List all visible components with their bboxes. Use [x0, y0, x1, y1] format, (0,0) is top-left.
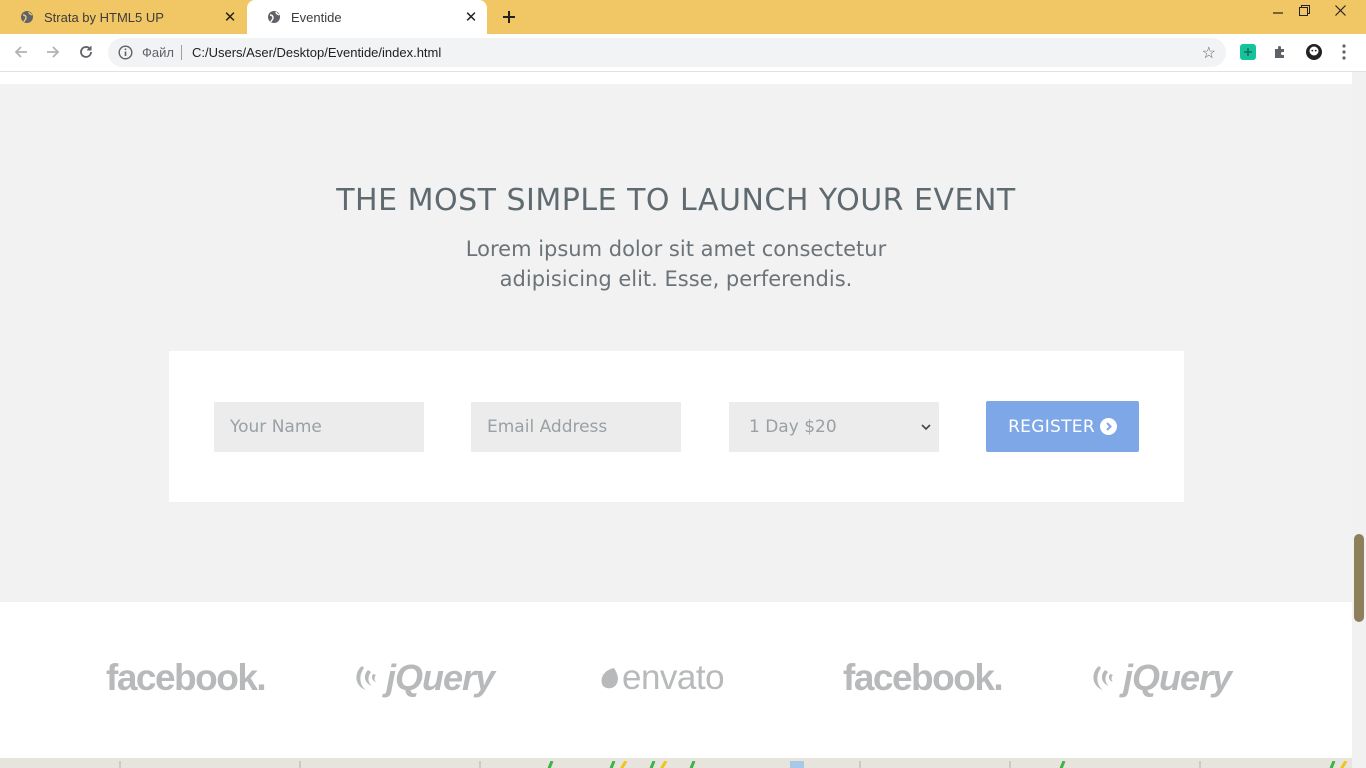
forward-icon[interactable] — [40, 39, 66, 65]
envato-logo: envato — [598, 658, 725, 698]
facebook-logo: facebook. — [843, 657, 1004, 698]
browser-toolbar: Файл C:/Users/Aser/Desktop/Eventide/inde… — [0, 34, 1366, 72]
section-subtitle: Lorem ipsum dolor sit amet consectetur a… — [465, 237, 887, 291]
page-viewport: THE MOST SIMPLE TO LAUNCH YOUR EVENT Lor… — [0, 72, 1352, 768]
register-label: REGISTER — [1008, 416, 1095, 437]
profile-avatar-icon[interactable] — [1304, 42, 1324, 62]
email-placeholder: Email Address — [487, 417, 608, 437]
tab-title: Eventide — [291, 9, 342, 25]
tab-strip: Strata by HTML5 UP ✕ Eventide ✕ — [0, 0, 1366, 34]
tab-title: Strata by HTML5 UP — [44, 9, 164, 25]
facebook-logo: facebook. — [106, 657, 267, 698]
page-scrollbar[interactable] — [1352, 72, 1366, 768]
scrollbar-thumb[interactable] — [1354, 534, 1364, 622]
address-bar[interactable]: Файл C:/Users/Aser/Desktop/Eventide/inde… — [108, 38, 1226, 67]
close-icon[interactable]: ✕ — [461, 7, 481, 27]
jquery-swoosh-icon — [352, 662, 382, 694]
tab-eventide[interactable]: Eventide ✕ — [247, 0, 487, 34]
extensions-puzzle-icon[interactable] — [1270, 42, 1290, 62]
reload-icon[interactable] — [73, 39, 99, 65]
chevron-down-icon — [921, 421, 931, 434]
name-placeholder: Your Name — [230, 417, 322, 437]
section-title: THE MOST SIMPLE TO LAUNCH YOUR EVENT — [336, 183, 1016, 218]
ticket-selected-value: 1 Day $20 — [749, 417, 837, 437]
back-icon[interactable] — [8, 39, 34, 65]
globe-icon — [20, 10, 34, 24]
jquery-logo: jQuery — [1089, 657, 1232, 698]
tab-strata[interactable]: Strata by HTML5 UP ✕ — [0, 0, 246, 34]
jquery-logo: jQuery — [352, 657, 495, 698]
partner-logos: facebook. jQuery envato facebook. jQuery — [0, 602, 1352, 752]
divider — [181, 45, 182, 60]
new-tab-button[interactable] — [497, 6, 521, 28]
menu-kebab-icon[interactable] — [1334, 42, 1354, 62]
scheme-label: Файл — [142, 45, 174, 60]
ticket-select[interactable]: 1 Day $20 — [729, 402, 939, 452]
registration-form: Your Name Email Address 1 Day $20 REGIST… — [169, 351, 1184, 502]
envato-leaf-icon — [598, 666, 620, 690]
grammarly-extension-icon[interactable] — [1238, 42, 1258, 62]
info-icon[interactable] — [118, 45, 133, 60]
arrow-right-circle-icon — [1099, 418, 1117, 435]
register-button[interactable]: REGISTER — [986, 401, 1139, 452]
bookmark-star-icon[interactable]: ☆ — [1202, 43, 1216, 63]
minimize-icon[interactable] — [1265, 0, 1291, 20]
email-input[interactable]: Email Address — [471, 402, 681, 452]
url-text[interactable]: C:/Users/Aser/Desktop/Eventide/index.htm… — [192, 45, 441, 60]
restore-icon[interactable] — [1291, 0, 1317, 20]
register-section: THE MOST SIMPLE TO LAUNCH YOUR EVENT Lor… — [0, 84, 1352, 602]
jquery-swoosh-icon — [1089, 662, 1119, 694]
globe-icon — [267, 10, 281, 24]
window-close-icon[interactable] — [1327, 0, 1353, 20]
map-background-strip — [0, 758, 1352, 768]
close-icon[interactable]: ✕ — [220, 7, 240, 27]
name-input[interactable]: Your Name — [214, 402, 424, 452]
